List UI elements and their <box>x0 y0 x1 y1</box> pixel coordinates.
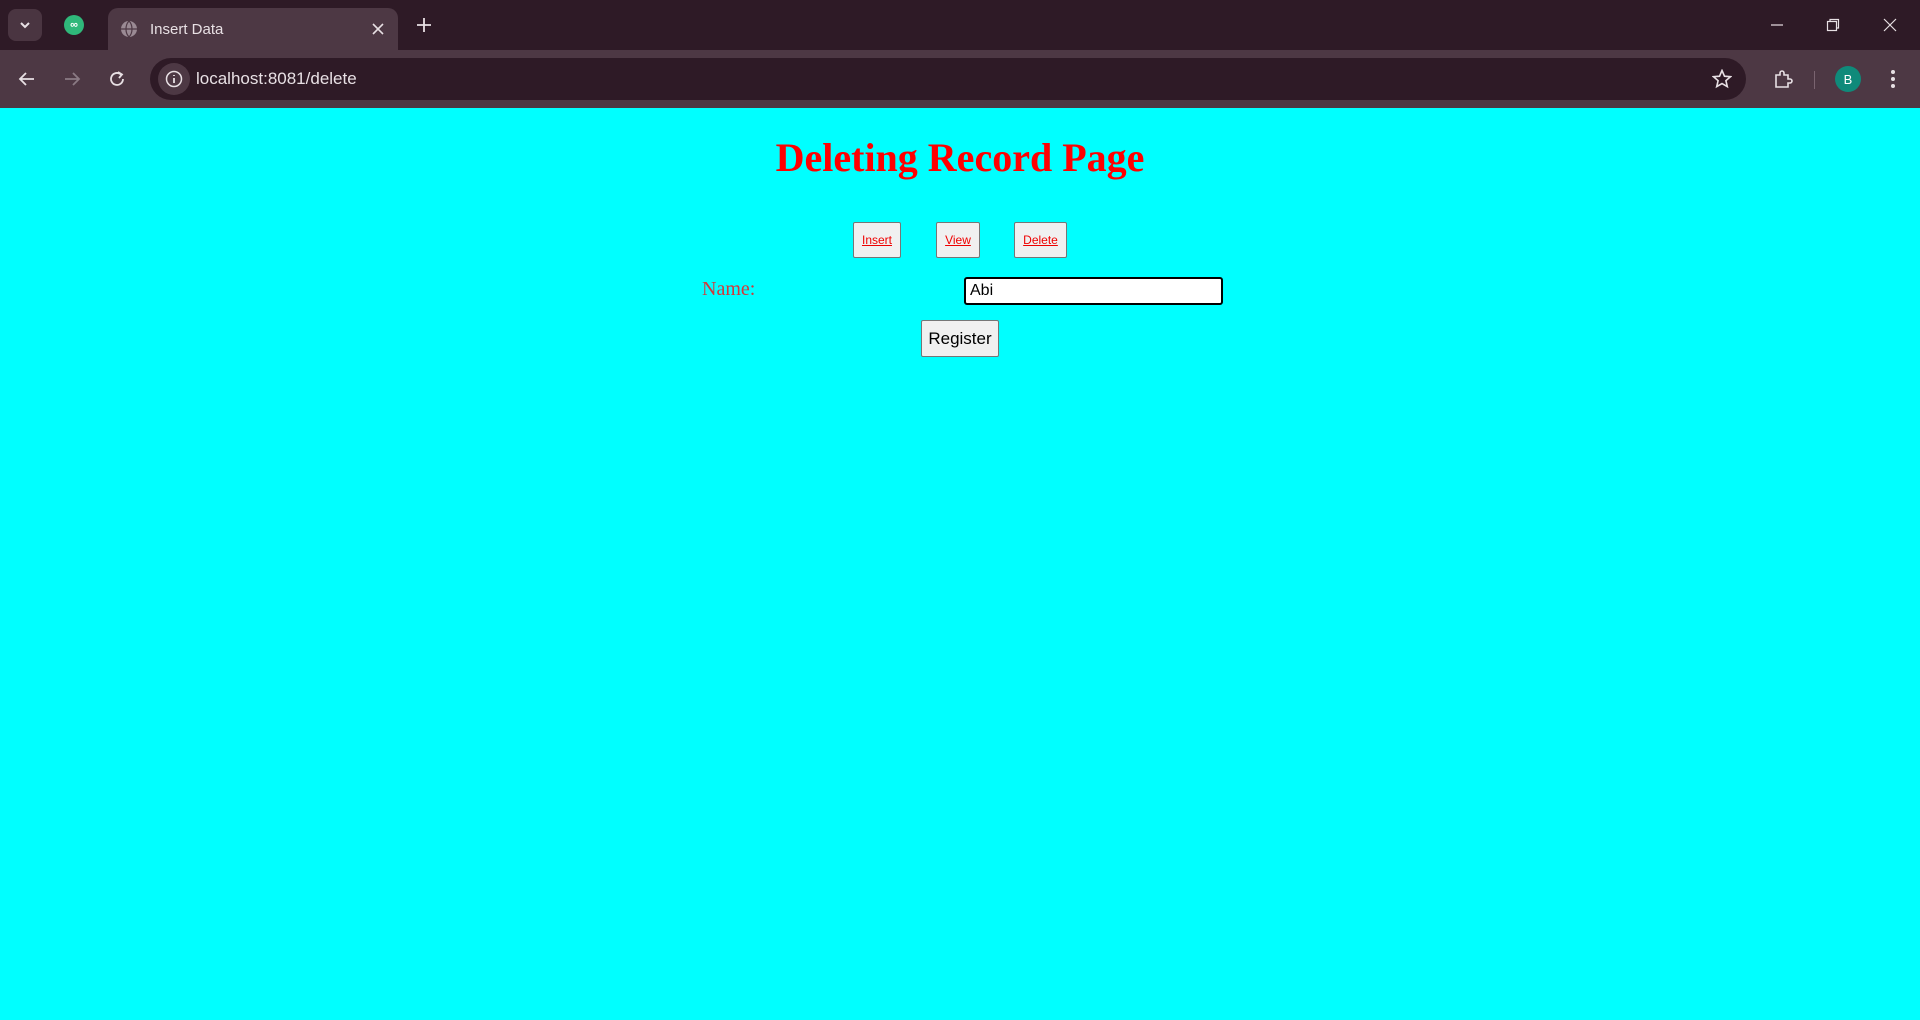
new-tab-button[interactable] <box>410 11 438 39</box>
name-input[interactable] <box>964 277 1223 305</box>
minimize-icon <box>1771 24 1783 26</box>
page-content: Deleting Record Page Insert View Delete … <box>0 108 1920 1020</box>
url-text[interactable]: localhost:8081/delete <box>196 69 357 89</box>
restore-icon <box>1826 18 1840 32</box>
name-label: Name: <box>702 278 756 300</box>
restore-button[interactable] <box>1813 10 1853 40</box>
close-icon <box>372 23 384 35</box>
pinned-tab[interactable]: ∞ <box>56 9 92 41</box>
profile-avatar[interactable]: B <box>1835 66 1861 92</box>
address-bar[interactable]: localhost:8081/delete <box>150 58 1746 100</box>
back-button[interactable] <box>10 62 44 96</box>
arrow-right-icon <box>65 72 81 86</box>
info-icon <box>165 70 183 88</box>
tab-active[interactable]: Insert Data <box>108 8 398 50</box>
insert-link-button[interactable]: Insert <box>853 222 901 258</box>
arrow-left-icon <box>18 72 34 86</box>
extensions-button[interactable] <box>1766 62 1800 96</box>
reload-button[interactable] <box>100 62 134 96</box>
kebab-menu-icon <box>1891 70 1895 88</box>
plus-icon <box>417 18 431 32</box>
browser-menu-button[interactable] <box>1876 62 1910 96</box>
browser-toolbar: localhost:8081/delete B <box>0 50 1920 108</box>
site-info-button[interactable] <box>158 63 190 95</box>
bookmark-button[interactable] <box>1710 67 1734 91</box>
tab-search-button[interactable] <box>8 9 42 41</box>
puzzle-icon <box>1775 70 1793 88</box>
pinned-app-icon: ∞ <box>64 15 84 35</box>
tab-title: Insert Data <box>150 20 224 38</box>
view-link-button[interactable]: View <box>936 222 980 258</box>
globe-icon <box>120 20 138 38</box>
browser-titlebar: ∞ Insert Data <box>0 0 1920 50</box>
close-icon <box>1883 18 1897 32</box>
chevron-down-icon <box>20 22 30 29</box>
minimize-button[interactable] <box>1757 10 1797 40</box>
delete-link-button[interactable]: Delete <box>1014 222 1067 258</box>
star-icon <box>1712 69 1732 89</box>
forward-button[interactable] <box>55 62 89 96</box>
page-title: Deleting Record Page <box>775 135 1145 180</box>
close-window-button[interactable] <box>1870 10 1910 40</box>
register-button[interactable]: Register <box>921 320 999 357</box>
toolbar-divider <box>1814 71 1815 89</box>
reload-icon <box>110 71 124 86</box>
tab-close-button[interactable] <box>366 17 390 41</box>
